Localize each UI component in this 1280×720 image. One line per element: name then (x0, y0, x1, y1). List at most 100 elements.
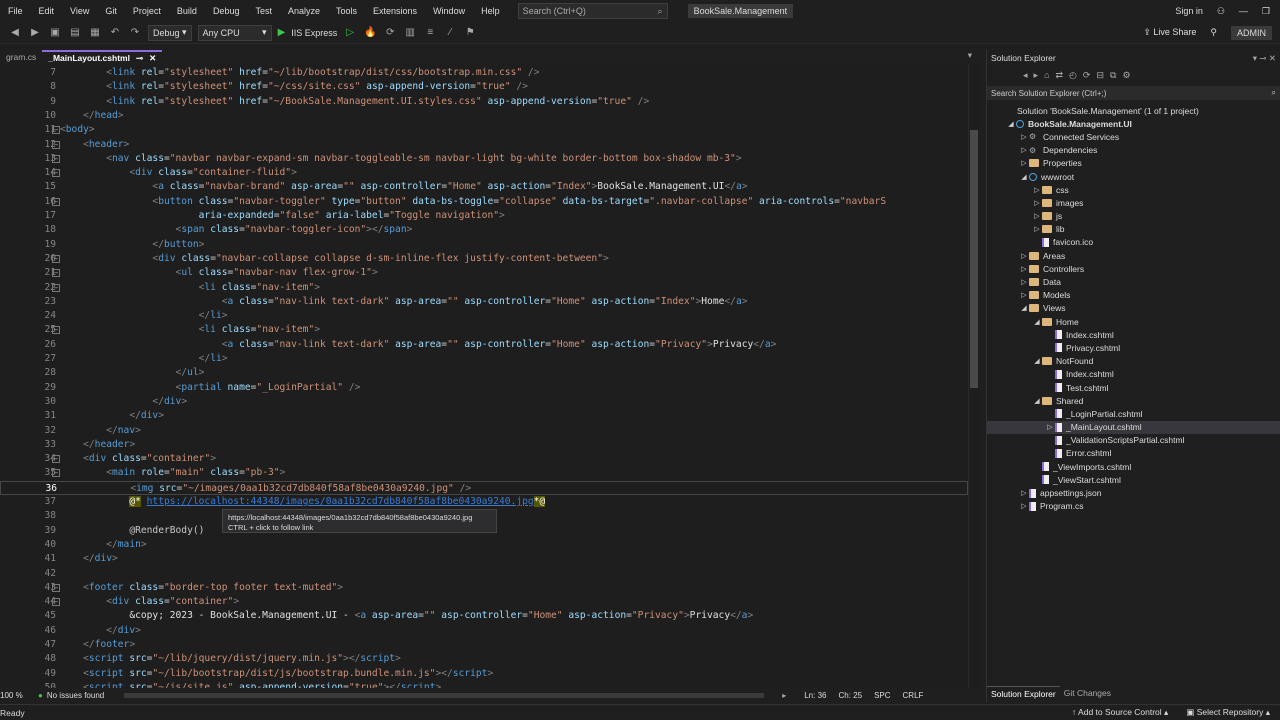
menu-analyze[interactable]: Analyze (280, 6, 328, 16)
save-icon[interactable]: ▦ (88, 26, 102, 40)
fold-toggle-icon[interactable]: − (52, 140, 60, 149)
menu-view[interactable]: View (62, 6, 97, 16)
format-icon[interactable]: ≡ (423, 26, 437, 40)
crlf-indicator[interactable]: CRLF (903, 691, 924, 700)
menu-window[interactable]: Window (425, 6, 473, 16)
line-indicator[interactable]: Ln: 36 (804, 691, 826, 700)
code-line[interactable]: 26 <a class="nav-link text-dark" asp-are… (0, 338, 968, 352)
tree-node[interactable]: _ValidationScriptsPartial.cshtml (987, 434, 1280, 447)
collapsed-icon[interactable]: ▷ (1032, 225, 1042, 233)
home-icon[interactable]: ⌂ (1044, 70, 1049, 80)
code-line[interactable]: 43− <footer class="border-top footer tex… (0, 581, 968, 595)
tree-node[interactable]: ▷ lib (987, 223, 1280, 236)
restore-icon[interactable]: ❐ (1262, 6, 1270, 17)
code-line[interactable]: 37 @* https://localhost:44348/images/0aa… (0, 495, 968, 509)
tree-node[interactable]: ◢ Views (987, 302, 1280, 315)
code-line[interactable]: 30 </div> (0, 395, 968, 409)
collapsed-icon[interactable]: ▷ (1032, 212, 1042, 220)
tree-node[interactable]: _LoginPartial.cshtml (987, 407, 1280, 420)
code-line[interactable]: 46 </div> (0, 624, 968, 638)
menu-debug[interactable]: Debug (205, 6, 248, 16)
tree-node[interactable]: ◢ BookSale.Management.UI (987, 117, 1280, 130)
zoom-level[interactable]: 100 % (0, 691, 30, 700)
fold-toggle-icon[interactable]: − (52, 583, 60, 592)
code-line[interactable]: 9 <link rel="stylesheet" href="~/BookSal… (0, 95, 968, 109)
bookmark-icon[interactable]: ⚑ (463, 26, 477, 40)
menu-edit[interactable]: Edit (31, 6, 63, 16)
sync-icon[interactable]: ⇄ (1056, 70, 1064, 81)
tree-node[interactable]: ▷ images (987, 196, 1280, 209)
layout-icon[interactable]: ▥ (403, 26, 417, 40)
tree-node[interactable]: ▷ Controllers (987, 262, 1280, 275)
tree-node[interactable]: ◢ Home (987, 315, 1280, 328)
select-repository[interactable]: ▣ Select Repository ▴ (1186, 707, 1270, 718)
code-line[interactable]: 17 aria-expanded="false" aria-label="Tog… (0, 209, 968, 223)
config-dropdown[interactable]: Debug ▾ (148, 24, 192, 41)
close-icon[interactable]: ✕ (149, 53, 156, 64)
tree-node[interactable]: ▷ Program.cs (987, 500, 1280, 513)
fold-toggle-icon[interactable]: − (52, 455, 60, 464)
vertical-scrollbar[interactable] (968, 64, 980, 688)
collapsed-icon[interactable]: ▷ (1019, 502, 1029, 510)
collapsed-icon[interactable]: ▷ (1045, 423, 1055, 431)
refresh-icon[interactable]: ⟳ (1083, 70, 1091, 81)
collapsed-icon[interactable]: ▷ (1019, 159, 1029, 167)
code-editor[interactable]: 7 <link rel="stylesheet" href="~/lib/boo… (0, 64, 980, 693)
code-line[interactable]: 40 </main> (0, 538, 968, 552)
feedback-icon[interactable]: ⚲ (1210, 27, 1217, 38)
redo-icon[interactable]: ↷ (128, 26, 142, 40)
code-line[interactable]: 14− <div class="container-fluid"> (0, 166, 968, 180)
properties-icon[interactable]: ⚙ (1122, 70, 1130, 81)
tree-node[interactable]: _ViewStart.cshtml (987, 473, 1280, 486)
run-icon[interactable]: ▶ (278, 27, 286, 38)
collapsed-icon[interactable]: ▷ (1019, 278, 1029, 286)
tree-node[interactable]: Index.cshtml (987, 368, 1280, 381)
spc-indicator[interactable]: SPC (874, 691, 890, 700)
fold-toggle-icon[interactable]: − (52, 469, 60, 478)
menu-help[interactable]: Help (473, 6, 508, 16)
code-line[interactable]: 18 <span class="navbar-toggler-icon"></s… (0, 223, 968, 237)
expanded-icon[interactable]: ◢ (1032, 318, 1042, 326)
code-line[interactable]: 34− <div class="container"> (0, 452, 968, 466)
expanded-icon[interactable]: ◢ (1032, 357, 1042, 365)
code-line[interactable]: 41 </div> (0, 552, 968, 566)
code-line[interactable]: 19 </button> (0, 238, 968, 252)
collapsed-icon[interactable]: ▷ (1032, 186, 1042, 194)
tab-overflow-icon[interactable]: ▾ (968, 50, 980, 64)
tree-node[interactable]: ▷ ⚙ Dependencies (987, 144, 1280, 157)
collapsed-icon[interactable]: ▷ (1019, 133, 1029, 141)
add-source-control[interactable]: ↑ Add to Source Control ▴ (1072, 707, 1168, 718)
tree-node[interactable]: ▷ css (987, 183, 1280, 196)
code-line[interactable]: 15 <a class="navbar-brand" asp-area="" a… (0, 180, 968, 194)
hot-reload-icon[interactable]: 🔥 (363, 26, 377, 40)
tree-node[interactable]: Error.cshtml (987, 447, 1280, 460)
fold-toggle-icon[interactable]: − (52, 254, 60, 263)
menu-extensions[interactable]: Extensions (365, 6, 425, 16)
tree-node[interactable]: ▷ _MainLayout.cshtml (987, 420, 1280, 434)
collapse-icon[interactable]: ⊟ (1096, 70, 1104, 81)
code-line[interactable]: 10 </head> (0, 109, 968, 123)
run-button[interactable]: IIS Express (291, 28, 337, 38)
tab-mainlayout[interactable]: _MainLayout.cshtml ⊸ ✕ (42, 50, 163, 64)
code-line[interactable]: 23 <a class="nav-link text-dark" asp-are… (0, 295, 968, 309)
tree-node[interactable]: ▷ js (987, 210, 1280, 223)
minimize-icon[interactable]: — (1239, 6, 1248, 16)
scroll-thumb[interactable] (970, 130, 978, 388)
code-line[interactable]: 29 <partial name="_LoginPartial" /> (0, 381, 968, 395)
refresh-icon[interactable]: ⟳ (383, 26, 397, 40)
menu-tools[interactable]: Tools (328, 6, 365, 16)
code-line[interactable]: 32 </nav> (0, 424, 968, 438)
tree-node[interactable]: ▷ ⚙ Connected Services (987, 130, 1280, 143)
fold-toggle-icon[interactable]: − (52, 126, 60, 135)
collapsed-icon[interactable]: ▷ (1019, 291, 1029, 299)
search-input[interactable]: Search (Ctrl+Q) ⌕ (517, 3, 668, 19)
code-line[interactable]: 27 </li> (0, 352, 968, 366)
tree-node[interactable]: favicon.ico (987, 236, 1280, 249)
expanded-icon[interactable]: ◢ (1032, 397, 1042, 405)
menu-project[interactable]: Project (125, 6, 169, 16)
back-icon[interactable]: ◀ (8, 26, 22, 40)
open-icon[interactable]: ▤ (68, 26, 82, 40)
tree-node[interactable]: ▷ Properties (987, 157, 1280, 170)
code-line[interactable]: 12− <header> (0, 138, 968, 152)
code-line[interactable]: 11− <body> (0, 123, 968, 137)
